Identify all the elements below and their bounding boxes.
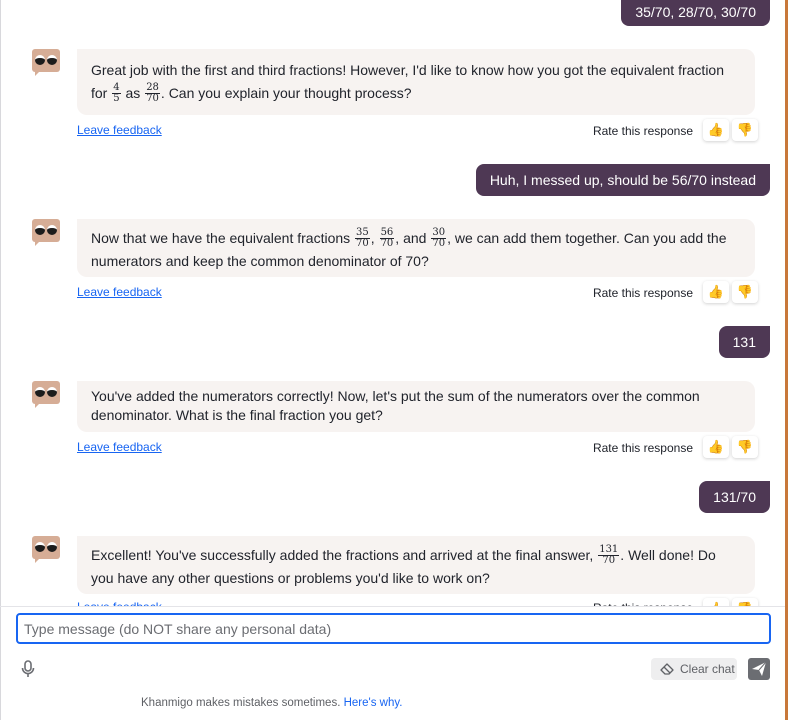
disclaimer: Khanmigo makes mistakes sometimes. Here'…	[141, 697, 402, 709]
clear-chat-button[interactable]: Clear chat	[651, 658, 737, 680]
composer-divider	[0, 606, 785, 607]
bot-message-text: Now that we have the equivalent fraction…	[91, 230, 355, 246]
bot-message-text: You've added the numerators correctly! N…	[91, 388, 700, 423]
thumbs-up-icon: 👍	[707, 284, 725, 299]
khanmigo-avatar-icon	[32, 219, 60, 247]
thumbs-down-button[interactable]: 👎	[732, 598, 758, 606]
thumbs-down-button[interactable]: 👎	[732, 119, 758, 141]
eraser-icon	[660, 663, 674, 675]
rate-response-label: Rate this response	[592, 124, 693, 138]
user-message: Huh, I messed up, should be 56/70 instea…	[475, 164, 770, 196]
fraction: 30 70	[431, 226, 447, 249]
bot-message-text: . Can you explain your thought process?	[160, 85, 412, 101]
rate-response-label: Rate this response	[592, 286, 693, 300]
bot-message: Great job with the first and third fract…	[77, 49, 755, 115]
chat-transcript[interactable]: 35/70, 28/70, 30/70 Great job with the f…	[0, 0, 785, 606]
thumbs-up-button[interactable]: 👍	[703, 119, 729, 141]
leave-feedback-link[interactable]: Leave feedback	[77, 123, 162, 137]
user-message: 131	[718, 326, 770, 358]
thumbs-up-icon: 👍	[707, 439, 725, 454]
leave-feedback-link[interactable]: Leave feedback	[77, 285, 162, 299]
bot-message: Now that we have the equivalent fraction…	[77, 219, 755, 277]
khanmigo-avatar-icon	[32, 536, 60, 564]
leave-feedback-link[interactable]: Leave feedback	[77, 440, 162, 454]
fraction: 56 70	[379, 226, 395, 249]
fraction: 131 70	[598, 543, 620, 566]
microphone-icon	[21, 660, 35, 677]
thumbs-up-icon: 👍	[707, 122, 725, 137]
send-icon	[752, 661, 767, 676]
thumbs-down-button[interactable]: 👎	[732, 281, 758, 303]
khanmigo-avatar-icon	[32, 381, 60, 409]
user-message: 131/70	[699, 481, 770, 513]
clear-chat-label: Clear chat	[680, 662, 735, 676]
microphone-button[interactable]	[21, 660, 35, 678]
thumbs-up-button[interactable]: 👍	[703, 598, 729, 606]
heres-why-link[interactable]: Here's why.	[344, 697, 403, 709]
thumbs-down-icon: 👎	[736, 122, 754, 137]
bot-message-text: Excellent! You've successfully added the…	[91, 547, 598, 563]
thumbs-up-button[interactable]: 👍	[703, 281, 729, 303]
khanmigo-avatar-icon	[32, 49, 60, 77]
fraction: 35 70	[355, 226, 370, 249]
rate-response-label: Rate this response	[592, 441, 693, 455]
thumbs-down-button[interactable]: 👎	[732, 436, 758, 458]
fraction: 45	[112, 81, 121, 104]
bot-message: Excellent! You've successfully added the…	[77, 536, 755, 594]
fraction: 28 70	[145, 81, 160, 104]
separator-text: ,	[370, 230, 379, 246]
thumbs-down-icon: 👎	[736, 284, 754, 299]
thumbs-down-icon: 👎	[736, 439, 754, 454]
thumbs-up-button[interactable]: 👍	[703, 436, 729, 458]
bot-message-text: as	[121, 85, 145, 101]
separator-text: , and	[395, 230, 431, 246]
disclaimer-text: Khanmigo makes mistakes sometimes.	[141, 697, 341, 709]
send-button[interactable]	[748, 658, 770, 680]
message-input[interactable]	[16, 613, 771, 644]
bot-message: You've added the numerators correctly! N…	[77, 381, 755, 432]
user-message: 35/70, 28/70, 30/70	[621, 0, 770, 26]
